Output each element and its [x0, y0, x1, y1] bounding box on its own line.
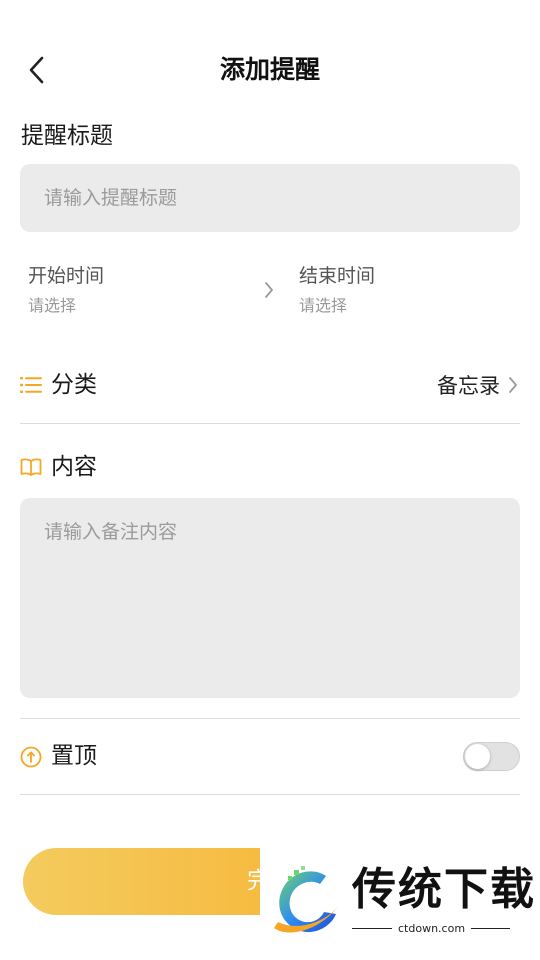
start-time-picker[interactable]: 开始时间 请选择: [28, 262, 104, 318]
watermark: 传统下载 ctdown.com: [260, 848, 540, 960]
brand-logo-icon: [274, 866, 342, 933]
end-time-picker[interactable]: 结束时间 请选择: [299, 262, 375, 318]
category-label: 分类: [51, 372, 97, 398]
content-label: 内容: [51, 454, 97, 480]
page-title: 添加提醒: [219, 55, 320, 84]
chevron-right-icon: [265, 282, 273, 298]
start-time-label: 开始时间: [28, 265, 105, 287]
list-icon: [20, 377, 42, 393]
watermark-url: ctdown.com: [392, 922, 472, 936]
category-row[interactable]: 分类 备忘录: [20, 360, 520, 412]
reminder-title-label: 提醒标题: [21, 123, 113, 149]
toggle-knob: [465, 744, 490, 769]
reminder-title-input[interactable]: [20, 164, 520, 232]
divider: [20, 423, 520, 424]
content-textarea[interactable]: [20, 498, 520, 698]
arrow-up-circle-icon: [20, 746, 42, 768]
category-value: 备忘录: [437, 374, 500, 398]
divider: [20, 794, 520, 795]
pin-top-toggle[interactable]: [463, 742, 520, 771]
start-time-value: 请选择: [28, 296, 77, 315]
end-time-value: 请选择: [299, 296, 348, 315]
watermark-brand: 传统下载: [352, 864, 536, 915]
pin-top-label: 置顶: [51, 743, 97, 769]
end-time-label: 结束时间: [299, 265, 376, 287]
divider: [20, 718, 520, 719]
book-icon: [20, 458, 42, 476]
chevron-right-icon: [509, 377, 517, 393]
